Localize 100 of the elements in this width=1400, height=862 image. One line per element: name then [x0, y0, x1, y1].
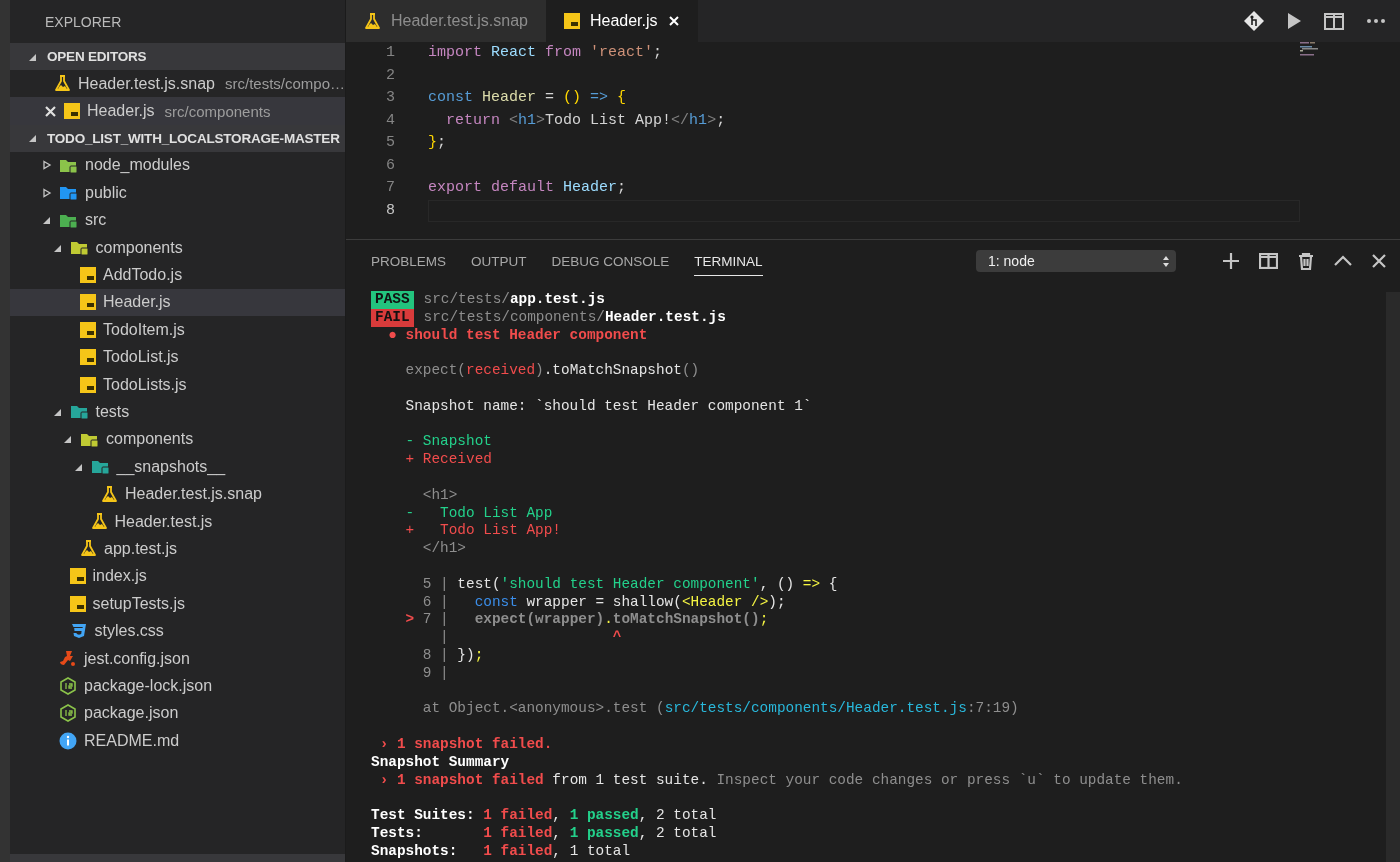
tree-item[interactable]: TodoLists.js	[10, 370, 345, 399]
file-type-icon	[59, 649, 77, 668]
panel-tab[interactable]: DEBUG CONSOLE	[551, 246, 670, 276]
file-path: src/components	[164, 102, 271, 120]
tree-item[interactable]: styles.css	[10, 617, 345, 645]
panel-tab[interactable]: OUTPUT	[471, 246, 527, 276]
folder-icon	[69, 239, 89, 257]
terminal-line: Snapshots: 1 failed, 1 total	[371, 842, 631, 861]
js-file-icon	[69, 568, 86, 585]
editor-tab[interactable]: Header.test.js.snap	[346, 0, 546, 42]
code-line: };	[428, 133, 448, 153]
tree-item[interactable]: README.md	[10, 727, 345, 755]
panel-tab[interactable]: TERMINAL	[694, 246, 763, 276]
tree-item[interactable]: public	[10, 179, 345, 207]
section-header[interactable]: OPEN EDITORS	[10, 43, 345, 70]
terminal-line: + Todo List App!	[404, 522, 561, 541]
updown-caret-icon	[1162, 254, 1170, 268]
section-header[interactable]: TODO_LIST_WITH_LOCALSTORAGE-MASTER	[10, 124, 345, 152]
close-icon[interactable]	[44, 104, 57, 118]
terminal-line: 5 | test('should test Header component', () => {	[421, 575, 838, 594]
terminal-line: 6 | const wrapper = shallow(<Header />);	[421, 593, 786, 612]
trash-icon[interactable]	[1298, 252, 1314, 270]
js-file-icon	[80, 376, 96, 393]
terminal-line: Snapshot Summary	[371, 753, 510, 772]
git-diamond-icon[interactable]	[1244, 11, 1264, 31]
tree-item[interactable]: package.json	[10, 699, 345, 727]
tree-item[interactable]: setupTests.js	[10, 590, 345, 618]
terminal-line: | ^	[439, 629, 622, 647]
hexagon-icon	[59, 704, 77, 723]
plus-icon[interactable]	[1223, 253, 1239, 269]
line-number: 4	[386, 110, 395, 131]
terminal-line: + Received	[404, 451, 492, 469]
split-editor-icon[interactable]	[1324, 12, 1344, 30]
line-number: 3	[386, 88, 395, 108]
flask-icon	[364, 12, 381, 30]
terminal-line: <h1>	[421, 486, 458, 505]
line-number: 6	[386, 155, 395, 176]
line-number: 8	[386, 200, 395, 221]
triangle-icon[interactable]	[42, 215, 52, 226]
sidebar-title: EXPLORER	[44, 12, 123, 32]
tree-item[interactable]: index.js	[10, 562, 345, 591]
tree-item[interactable]: app.test.js	[10, 535, 345, 563]
triangle-icon[interactable]	[42, 187, 52, 198]
terminal-line: src/tests/components/Header.test.js	[423, 308, 726, 327]
code-line: import React from 'react';	[428, 43, 664, 63]
tree-item[interactable]: components	[10, 233, 345, 262]
triangle-icon[interactable]	[52, 407, 63, 417]
code-line: return <h1>Todo List App!</h1>;	[445, 110, 727, 131]
terminal-line: 9 |	[421, 664, 449, 683]
chevron-up-icon[interactable]	[1334, 255, 1352, 267]
terminal-line: src/tests/app.test.js	[423, 291, 605, 309]
folder-icon	[59, 184, 78, 202]
line-number: 1	[386, 43, 395, 63]
folder-icon	[69, 403, 89, 421]
tree-item[interactable]: AddTodo.js	[10, 261, 345, 289]
triangle-icon[interactable]	[42, 160, 52, 171]
tree-item[interactable]: TodoItem.js	[10, 316, 345, 344]
js-file-icon	[69, 595, 86, 612]
tree-item[interactable]: src	[10, 206, 345, 234]
terminal-dropdown[interactable]: 1: node	[976, 250, 1176, 272]
triangle-icon[interactable]	[28, 133, 38, 144]
js-file-icon	[80, 294, 96, 311]
terminal-line: Tests: 1 failed, 1 passed, 2 total	[371, 824, 717, 843]
css-file-icon	[69, 622, 88, 641]
tree-item[interactable]: TodoList.js	[10, 343, 345, 371]
js-file-icon	[563, 13, 580, 29]
line-number: 7	[386, 178, 395, 198]
tree-item[interactable]: package-lock.json	[10, 672, 345, 700]
tree-item[interactable]: Header.js	[10, 288, 345, 317]
triangle-icon[interactable]	[63, 434, 73, 445]
js-file-icon	[80, 267, 96, 284]
play-icon[interactable]	[1286, 12, 1302, 30]
terminal-line: > 7 | expect(wrapper).toMatchSnapshot();	[404, 611, 769, 630]
minimap	[1300, 42, 1320, 56]
js-file-icon	[64, 103, 80, 120]
tree-item[interactable]: jest.config.json	[10, 644, 345, 673]
tree-item[interactable]: components	[10, 425, 345, 454]
flask-icon	[90, 513, 108, 531]
close-icon[interactable]	[1372, 254, 1386, 268]
file-path: src/tests/compo…	[224, 75, 345, 93]
tree-item[interactable]: __snapshots__	[10, 453, 345, 481]
terminal-line: - Snapshot	[404, 433, 492, 452]
panel-tab[interactable]: PROBLEMS	[371, 246, 447, 276]
split-icon[interactable]	[1259, 253, 1278, 269]
terminal-line: - Todo List App	[404, 504, 553, 523]
tree-item[interactable]: Header.test.js	[10, 507, 345, 536]
terminal-line: at Object.<anonymous>.test (src/tests/components/Header.test.js:7:19)	[421, 700, 1019, 719]
hexagon-icon	[59, 676, 77, 695]
tree-item[interactable]: node_modules	[10, 151, 345, 180]
terminal-line: 8 | });	[421, 646, 484, 665]
tree-item[interactable]: tests	[10, 398, 345, 426]
more-icon[interactable]	[1366, 18, 1386, 24]
editor-tab[interactable]: Header.js	[545, 0, 698, 42]
open-editor-item[interactable]: Header.js src/components	[10, 97, 345, 125]
open-editor-item[interactable]: Header.test.js.snap src/tests/compo…	[10, 70, 345, 98]
terminal-line: Test Suites: 1 failed, 1 passed, 2 total	[371, 807, 717, 825]
terminal-line: expect(received).toMatchSnapshot()	[404, 362, 700, 380]
tree-item[interactable]: Header.test.js.snap	[10, 480, 345, 508]
pass-badge: PASS	[371, 291, 414, 309]
js-file-icon	[80, 349, 96, 366]
